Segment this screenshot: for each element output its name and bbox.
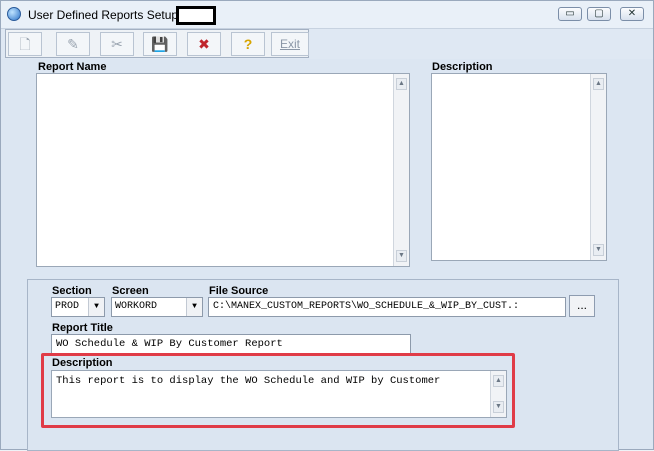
screen-value: WORKORD [115,301,158,312]
report-name-label: Report Name [38,61,107,73]
toolbar: 🗋 ✎ ✂ 💾 ✖ ? Exit [5,29,309,58]
chevron-down-icon[interactable]: ▼ [186,298,202,316]
report-name-list[interactable]: ▲ ▼ [36,73,410,267]
screen-label: Screen [112,285,149,297]
new-page-icon: 🗋 [19,36,31,52]
report-name-scrollbar[interactable]: ▲ ▼ [393,74,409,266]
help-button[interactable]: ? [231,32,265,56]
browse-button[interactable]: ... [569,295,595,317]
screen-select[interactable]: WORKORD ▼ [111,297,203,317]
cut-icon: ✂ [111,36,123,52]
file-source-field[interactable]: C:\MANEX_CUSTOM_REPORTS\WO_SCHEDULE_&_WI… [208,297,566,317]
app-icon [7,7,21,21]
edit-icon: ✎ [67,36,79,52]
new-button[interactable]: 🗋 [8,32,42,56]
help-icon: ? [243,36,253,52]
scroll-up-icon[interactable]: ▲ [593,78,604,90]
delete-button[interactable]: ✖ [187,32,221,56]
window-title: User Defined Reports Setup [28,8,179,22]
title-bar: User Defined Reports Setup ▭ ▢ ✕ [1,1,653,29]
close-button[interactable]: ✕ [620,7,644,21]
section-value: PROD [55,301,80,312]
highlight-box [41,353,515,428]
description-list-scrollbar[interactable]: ▲ ▼ [590,74,606,260]
app-window: User Defined Reports Setup ▭ ▢ ✕ 🗋 ✎ ✂ 💾… [0,0,654,451]
file-source-label: File Source [209,285,269,297]
section-label: Section [52,285,92,297]
scroll-up-icon[interactable]: ▲ [396,78,407,90]
delete-icon: ✖ [198,36,210,52]
cut-button[interactable]: ✂ [100,32,134,56]
chevron-down-icon[interactable]: ▼ [88,298,104,316]
scroll-down-icon[interactable]: ▼ [396,250,407,262]
minimize-button[interactable]: ▭ [558,7,582,21]
save-button[interactable]: 💾 [143,32,177,56]
report-title-field[interactable]: WO Schedule & WIP By Customer Report [51,334,411,354]
report-title-label: Report Title [52,322,113,334]
save-icon: 💾 [151,36,169,52]
title-badge [176,6,216,25]
maximize-button[interactable]: ▢ [587,7,611,21]
exit-button[interactable]: Exit [271,32,309,56]
edit-button[interactable]: ✎ [56,32,90,56]
description-list-label: Description [432,61,493,73]
description-list[interactable]: ▲ ▼ [431,73,607,261]
scroll-down-icon[interactable]: ▼ [593,244,604,256]
section-select[interactable]: PROD ▼ [51,297,105,317]
